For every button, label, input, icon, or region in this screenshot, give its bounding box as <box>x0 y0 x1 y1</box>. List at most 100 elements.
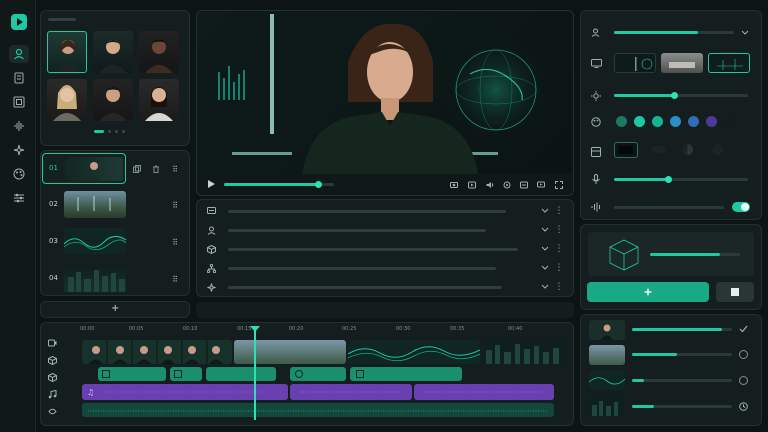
chevron-down-icon[interactable] <box>540 206 550 216</box>
object-clip[interactable] <box>98 367 166 381</box>
microphone-icon[interactable] <box>590 173 601 184</box>
sliders-icon[interactable] <box>11 190 27 206</box>
user-icon[interactable] <box>11 46 27 62</box>
audio-wave-icon[interactable] <box>590 201 601 212</box>
chevron-down-icon[interactable] <box>540 244 550 254</box>
palette-icon[interactable] <box>11 166 27 182</box>
chevron-down-icon[interactable] <box>540 263 550 273</box>
option-row[interactable]: ⋮ <box>198 241 570 257</box>
option-row[interactable]: ⋮ <box>198 260 570 276</box>
microphone-knob[interactable] <box>664 176 672 183</box>
color-swatch[interactable] <box>670 116 681 127</box>
grid-icon[interactable] <box>11 94 27 110</box>
chevron-down-icon[interactable] <box>740 28 750 38</box>
music-track-icon[interactable] <box>47 389 57 399</box>
camera-icon[interactable] <box>449 180 458 189</box>
option-row[interactable]: ⋮ <box>198 222 570 238</box>
video-clip[interactable] <box>82 340 232 364</box>
play-logo-icon[interactable] <box>11 14 27 30</box>
object-track-icon[interactable] <box>47 372 57 382</box>
layer-thumbnail[interactable] <box>589 320 625 340</box>
color-swatch[interactable] <box>724 116 735 127</box>
pager-dot-active[interactable] <box>94 130 104 133</box>
music-clip[interactable]: ♫ <box>82 384 288 400</box>
brightness-slider[interactable] <box>614 92 748 99</box>
playback-progress[interactable] <box>224 181 334 188</box>
object-track-icon[interactable] <box>47 355 57 365</box>
avatar-card[interactable] <box>47 31 87 73</box>
voice-track-icon[interactable] <box>47 406 57 416</box>
object-clip[interactable] <box>170 367 202 381</box>
option-row[interactable]: ⋮ <box>198 203 570 219</box>
avatar-card[interactable] <box>139 31 179 73</box>
object-clip[interactable] <box>350 367 462 381</box>
drag-handle-icon[interactable]: ⠿ <box>170 164 180 174</box>
frame-option[interactable] <box>648 142 672 158</box>
more-icon[interactable]: ⋮ <box>554 282 564 292</box>
layer-thumbnail[interactable] <box>589 345 625 365</box>
drag-handle-icon[interactable]: ⠿ <box>170 237 180 247</box>
color-swatch[interactable] <box>616 116 627 127</box>
brightness-icon[interactable] <box>590 90 601 101</box>
voice-level-bar[interactable] <box>614 31 734 34</box>
volume-icon[interactable] <box>485 180 494 189</box>
scene-row[interactable]: 02 ⠿ <box>42 188 188 221</box>
sparkle-icon[interactable] <box>11 142 27 158</box>
color-swatch[interactable] <box>652 116 663 127</box>
microphone-slider[interactable] <box>614 176 748 183</box>
voice-clip[interactable] <box>82 403 554 417</box>
more-icon[interactable]: ⋮ <box>554 225 564 235</box>
drag-handle-icon[interactable]: ⠿ <box>170 274 180 284</box>
play-icon[interactable] <box>206 179 216 189</box>
background-option[interactable] <box>614 53 656 73</box>
screen-icon[interactable] <box>536 180 545 189</box>
avatar-card[interactable] <box>47 79 87 121</box>
color-swatch[interactable] <box>706 116 717 127</box>
layer-thumbnail[interactable] <box>589 370 625 390</box>
layer-thumbnail[interactable] <box>589 396 625 416</box>
avatar-card[interactable] <box>93 79 133 121</box>
background-option[interactable] <box>661 53 703 73</box>
pager-dot[interactable] <box>115 130 118 133</box>
avatar-card[interactable] <box>139 79 179 121</box>
playhead[interactable] <box>254 326 256 420</box>
more-icon[interactable]: ⋮ <box>554 244 564 254</box>
video-clip[interactable] <box>348 340 480 364</box>
palette-icon[interactable] <box>590 116 601 127</box>
document-icon[interactable] <box>11 70 27 86</box>
fullscreen-icon[interactable] <box>554 180 563 189</box>
music-clip[interactable] <box>414 384 554 400</box>
frame-option[interactable] <box>614 142 638 158</box>
chevron-down-icon[interactable] <box>540 225 550 235</box>
audio-toggle[interactable] <box>732 202 750 212</box>
layout-icon[interactable] <box>590 146 601 157</box>
check-icon[interactable] <box>738 324 748 334</box>
scene-row[interactable]: 01 <box>42 153 126 184</box>
pager-dot[interactable] <box>122 130 125 133</box>
object-clip[interactable] <box>206 367 276 381</box>
audio-wave-icon[interactable] <box>11 118 27 134</box>
chevron-down-icon[interactable] <box>540 282 550 292</box>
pager-dot[interactable] <box>108 130 111 133</box>
music-clip[interactable] <box>290 384 412 400</box>
more-icon[interactable]: ⋮ <box>554 263 564 273</box>
user-icon[interactable] <box>590 27 600 37</box>
video-clip[interactable] <box>234 340 346 364</box>
more-icon[interactable]: ⋮ <box>554 206 564 216</box>
color-swatch[interactable] <box>634 116 645 127</box>
duplicate-icon[interactable] <box>132 164 142 174</box>
video-clip[interactable] <box>482 340 568 364</box>
color-swatch[interactable] <box>688 116 699 127</box>
video-track-icon[interactable] <box>47 338 57 348</box>
settings-icon[interactable] <box>502 180 511 189</box>
playback-knob[interactable] <box>314 181 322 188</box>
generate-button[interactable] <box>587 282 709 302</box>
avatar-card[interactable] <box>93 31 133 73</box>
delete-icon[interactable] <box>151 164 161 174</box>
monitor-icon[interactable] <box>590 58 602 68</box>
video-preview[interactable] <box>198 12 572 174</box>
object-clip[interactable] <box>290 367 346 381</box>
option-row[interactable]: ⋮ <box>198 279 570 295</box>
stop-button[interactable] <box>716 282 754 302</box>
frame-option[interactable] <box>680 142 696 158</box>
